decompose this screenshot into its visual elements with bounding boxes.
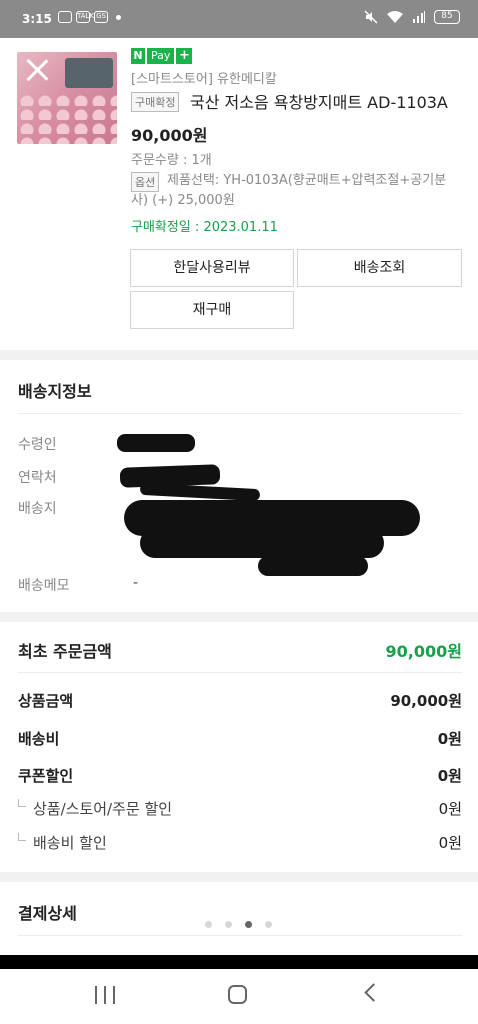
redacted-recipient xyxy=(117,434,195,452)
initial-amount-value: 90,000원 xyxy=(385,642,462,661)
section-divider xyxy=(0,612,478,622)
gs-icon: GS xyxy=(94,11,108,23)
memo-value: - xyxy=(133,575,139,591)
shipping-discount-value: 0원 xyxy=(438,834,462,852)
mattress-shape xyxy=(17,92,117,144)
wifi-icon xyxy=(387,11,403,23)
status-time: 3:15 xyxy=(22,12,52,26)
rebuy-button[interactable]: 재구매 xyxy=(130,291,294,329)
close-icon[interactable] xyxy=(22,56,52,86)
pump-shape xyxy=(65,58,113,88)
recents-icon[interactable] xyxy=(95,986,115,1004)
coupon-discount-value: 0원 xyxy=(437,767,462,785)
back-icon[interactable] xyxy=(364,983,383,1002)
shipping-discount-label: 배송비 할인 xyxy=(33,834,107,852)
page-dot xyxy=(265,921,272,928)
initial-amount-label: 최초 주문금액 xyxy=(18,642,112,661)
store-discount-value: 0원 xyxy=(438,800,462,818)
contact-label: 연락처 xyxy=(18,470,57,486)
product-name[interactable]: 국산 저소음 욕창방지매트 AD-1103A xyxy=(190,89,468,113)
page-indicator xyxy=(205,921,272,928)
track-delivery-button[interactable]: 배송조회 xyxy=(297,249,462,287)
purchase-status-badge: 구매확정 xyxy=(131,92,180,112)
memo-label: 배송메모 xyxy=(18,578,70,594)
sub-item-marker xyxy=(18,799,26,807)
recipient-label: 수령인 xyxy=(18,437,57,453)
section-divider xyxy=(0,350,478,360)
payment-detail-title: 결제상세 xyxy=(18,904,77,923)
redacted-contact-2 xyxy=(139,482,261,502)
notification-icons: TALK GS xyxy=(58,11,121,23)
payment-title-divider xyxy=(18,935,462,936)
product-price: 90,000원 xyxy=(131,126,208,145)
sub-item-marker xyxy=(18,833,26,841)
page-dot xyxy=(205,921,212,928)
amount-divider xyxy=(18,672,462,673)
redacted-address-3 xyxy=(258,556,368,576)
more-notifications-dot xyxy=(116,14,121,20)
product-amount-label: 상품금액 xyxy=(18,692,74,710)
shipping-fee-label: 배송비 xyxy=(18,730,60,748)
product-amount-value: 90,000원 xyxy=(390,692,462,710)
gallery-icon xyxy=(58,11,72,23)
address-label: 배송지 xyxy=(18,501,57,517)
option-text: 제품선택: YH-0103A(향균매트+압력조절+공기분사) (+) 25,00… xyxy=(131,173,447,208)
page-dot-active xyxy=(245,921,252,928)
page-dot xyxy=(225,921,232,928)
product-summary: N Pay + [스마트스토어] 유한메디칼 구매확정 국산 저소음 욕창방지매… xyxy=(0,38,478,350)
npay-logo: N Pay + xyxy=(131,48,193,64)
mute-icon xyxy=(364,10,378,24)
section-divider xyxy=(0,872,478,882)
review-button[interactable]: 한달사용리뷰 xyxy=(130,249,294,287)
shipping-fee-value: 0원 xyxy=(437,730,462,748)
status-bar: 3:15 TALK GS 85 xyxy=(0,0,478,38)
npay-n: N xyxy=(131,48,145,64)
npay-pay: Pay xyxy=(147,48,175,64)
delivery-title-divider xyxy=(18,413,462,414)
battery-icon: 85 xyxy=(434,10,460,24)
npay-plus: + xyxy=(176,48,193,64)
signal-icon xyxy=(413,11,425,23)
system-icons: 85 xyxy=(364,10,460,24)
option-badge: 옵션 xyxy=(131,172,160,192)
coupon-discount-label: 쿠폰할인 xyxy=(18,767,74,785)
delivery-info-title: 배송지정보 xyxy=(18,382,92,401)
order-quantity: 주문수량 : 1개 xyxy=(131,153,212,168)
redacted-address-2 xyxy=(140,528,384,558)
home-icon[interactable] xyxy=(228,985,247,1004)
store-name[interactable]: [스마트스토어] 유한메디칼 xyxy=(131,68,277,87)
screen-band xyxy=(0,955,478,969)
confirm-date: 구매확정일 : 2023.01.11 xyxy=(131,220,278,235)
talk-icon: TALK xyxy=(76,11,94,23)
store-discount-label: 상품/스토어/주문 할인 xyxy=(33,800,173,818)
android-nav-bar xyxy=(0,969,478,1024)
